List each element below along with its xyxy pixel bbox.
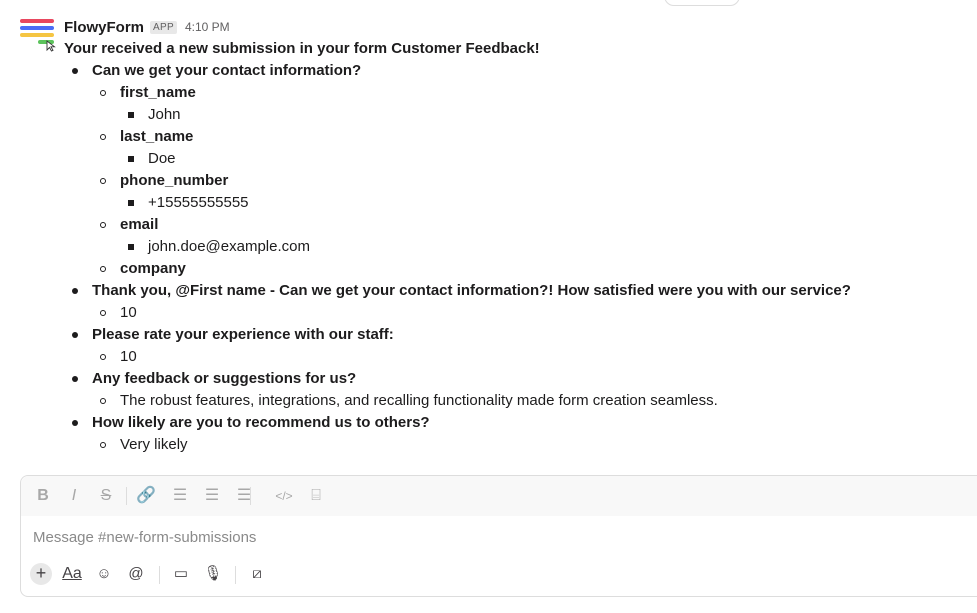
link-icon[interactable]: 🔗 — [135, 486, 157, 506]
formatting-toolbar: B I S 🔗 ☰ ☰ ☰ </> ⌸ — [21, 476, 977, 516]
circle-bullet-icon — [100, 398, 106, 404]
message-timestamp[interactable]: 4:10 PM — [185, 20, 230, 34]
dot-bullet-icon — [72, 68, 78, 74]
circle-bullet-icon — [100, 90, 106, 96]
answer-text: The robust features, integrations, and r… — [120, 392, 718, 409]
field-label: email — [120, 216, 159, 233]
message-header: FlowyForm APP 4:10 PM — [64, 17, 230, 37]
attach-plus-icon[interactable]: + — [30, 563, 52, 585]
question-text: How likely are you to recommend us to ot… — [92, 414, 430, 431]
question-text: Any feedback or suggestions for us? — [92, 370, 357, 387]
bold-icon[interactable]: B — [32, 486, 54, 506]
microphone-icon[interactable]: 🎙 — [202, 563, 224, 585]
avatar-yellow-bar — [20, 33, 54, 37]
message-intro: Your received a new submission in your f… — [64, 40, 540, 57]
circle-bullet-icon — [100, 178, 106, 184]
action-divider — [159, 566, 160, 584]
circle-bullet-icon — [100, 354, 106, 360]
circle-bullet-icon — [100, 134, 106, 140]
circle-bullet-icon — [100, 222, 106, 228]
app-badge: APP — [150, 20, 177, 34]
video-icon[interactable]: ▭ — [170, 563, 192, 585]
square-bullet-icon — [128, 156, 134, 162]
question-text: Can we get your contact information? — [92, 62, 362, 79]
circle-bullet-icon — [100, 266, 106, 272]
field-label: company — [120, 260, 186, 277]
avatar-blue-bar — [20, 26, 54, 30]
toolbar-divider — [126, 487, 127, 505]
circle-bullet-icon — [100, 442, 106, 448]
dot-bullet-icon — [72, 332, 78, 338]
italic-icon[interactable]: I — [63, 486, 85, 506]
field-label: first_name — [120, 84, 196, 101]
question-text: Thank you, @First name - Can we get your… — [92, 282, 851, 299]
code-icon[interactable]: </> — [273, 486, 295, 506]
answer-text: 10 — [120, 304, 137, 321]
avatar-red-bar — [20, 19, 54, 23]
bulleted-list-icon[interactable]: ☰ — [201, 486, 223, 506]
square-bullet-icon — [128, 112, 134, 118]
mention-icon[interactable]: @ — [125, 563, 147, 585]
question-text: Please rate your experience with our sta… — [92, 326, 394, 343]
message-input[interactable] — [33, 526, 933, 548]
square-bullet-icon — [128, 244, 134, 250]
answer-value: john.doe@example.com — [148, 238, 310, 255]
dot-bullet-icon — [72, 376, 78, 382]
toolbar-divider — [250, 487, 251, 505]
field-label: phone_number — [120, 172, 229, 189]
square-bullet-icon — [128, 200, 134, 206]
answer-value: Doe — [148, 150, 176, 167]
mouse-cursor-icon — [46, 40, 56, 52]
answer-value: +15555555555 — [148, 194, 249, 211]
new-messages-pill[interactable] — [664, 0, 740, 6]
sender-name[interactable]: FlowyForm — [64, 19, 144, 36]
dot-bullet-icon — [72, 288, 78, 294]
dot-bullet-icon — [72, 420, 78, 426]
action-divider — [235, 566, 236, 584]
answer-text: Very likely — [120, 436, 188, 453]
strikethrough-icon[interactable]: S — [95, 486, 117, 506]
shortcuts-icon[interactable]: ⧄ — [246, 563, 268, 585]
circle-bullet-icon — [100, 310, 106, 316]
field-label: last_name — [120, 128, 194, 145]
answer-value: John — [148, 106, 181, 123]
ordered-list-icon[interactable]: ☰ — [169, 486, 191, 506]
code-block-icon[interactable]: ⌸ — [305, 486, 327, 506]
blockquote-icon[interactable]: ☰ — [233, 486, 255, 506]
emoji-icon[interactable]: ☺ — [93, 563, 115, 585]
text-format-icon[interactable]: Aa — [61, 563, 83, 585]
message-composer: BIS 🔗 ☰ ☰ ☰ </> ⌸ + Aa ☺ @ ▭ 🎙 ⧄ — [20, 475, 977, 597]
answer-text: 10 — [120, 348, 137, 365]
